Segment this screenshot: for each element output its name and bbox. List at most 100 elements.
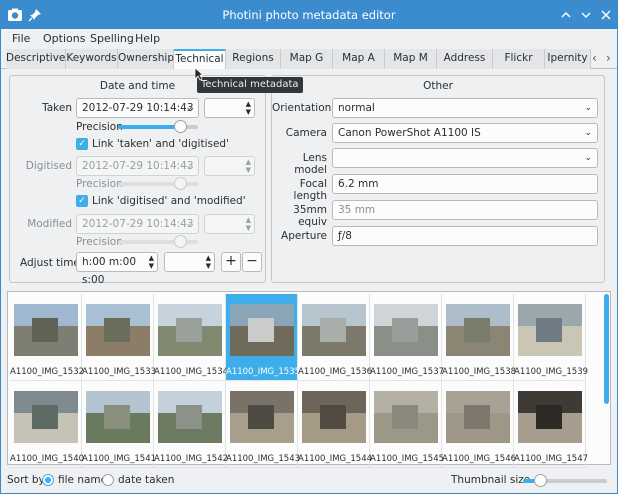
chevron-down-icon: ⌄ bbox=[584, 128, 592, 138]
mouse-cursor-icon bbox=[194, 67, 204, 81]
thumbnail-item[interactable]: A1100_IMG_1533 bbox=[82, 294, 156, 381]
maximize-icon[interactable] bbox=[577, 6, 595, 24]
thumbnail-item[interactable]: A1100_IMG_1532 bbox=[10, 294, 85, 381]
tab-descriptive[interactable]: Descriptive bbox=[6, 49, 66, 69]
chevron-down-icon: ⌄ bbox=[185, 161, 193, 171]
thumbnail-image bbox=[518, 385, 582, 449]
slider-handle[interactable] bbox=[174, 177, 187, 190]
menu-spelling[interactable]: Spelling bbox=[90, 32, 134, 45]
tab-ownership[interactable]: Ownership bbox=[118, 49, 174, 69]
adjust-timezone-spinbox[interactable]: ▲ ▼ bbox=[164, 252, 215, 272]
slider-handle[interactable] bbox=[534, 474, 547, 487]
thumbnail-item[interactable]: A1100_IMG_1544 bbox=[298, 381, 372, 468]
taken-precision-label: Precision bbox=[76, 121, 123, 133]
focal-length-input[interactable]: 6.2 mm bbox=[332, 174, 598, 194]
thumbnail-item[interactable]: A1100_IMG_1534 bbox=[154, 294, 228, 381]
lens-model-combo[interactable]: ⌄ bbox=[332, 148, 598, 168]
slider-handle[interactable] bbox=[174, 120, 187, 133]
thumbnail-item[interactable]: A1100_IMG_1546 bbox=[442, 381, 516, 468]
thumbnail-item[interactable]: A1100_IMG_1545 bbox=[370, 381, 445, 468]
menu-bar: File Options Spelling Help bbox=[1, 29, 617, 49]
close-icon[interactable] bbox=[597, 6, 615, 24]
modified-datetime-combo[interactable]: 2012-07-29 10:14:43 ⌄ bbox=[76, 214, 199, 234]
sort-file-name-radio[interactable] bbox=[42, 474, 54, 486]
thumbnail-caption: A1100_IMG_1540 bbox=[10, 454, 85, 464]
other-panel: Other Orientation normal ⌄ Camera Canon … bbox=[271, 75, 605, 283]
chevron-right-icon[interactable]: › bbox=[606, 51, 611, 65]
aperture-input[interactable]: ƒ/8 bbox=[332, 226, 598, 246]
tab-ipernity[interactable]: Ipernity bbox=[545, 49, 591, 69]
adjust-times-spinbox[interactable]: h:00 m:00 s:00 ▲ ▼ bbox=[76, 252, 158, 286]
thumbnail-item[interactable]: A1100_IMG_1547 bbox=[514, 381, 588, 468]
digitised-offset-spinbox[interactable]: ▲ ▼ bbox=[204, 156, 255, 176]
thumbnail-item[interactable]: A1100_IMG_1535 bbox=[226, 294, 300, 381]
chevron-down-icon: ⌄ bbox=[185, 103, 193, 113]
thumbnail-image bbox=[158, 385, 222, 449]
modified-offset-spinbox[interactable]: ▲ ▼ bbox=[204, 214, 255, 234]
other-title: Other bbox=[423, 80, 453, 92]
taken-offset-spinbox[interactable]: ▲ ▼ bbox=[204, 98, 255, 118]
digitised-value: 2012-07-29 10:14:43 bbox=[82, 160, 194, 172]
chevron-left-icon[interactable]: ‹ bbox=[592, 51, 597, 65]
vertical-scrollbar[interactable] bbox=[604, 294, 609, 404]
tab-flickr[interactable]: Flickr bbox=[493, 49, 545, 69]
chevron-down-icon: ⌄ bbox=[185, 219, 193, 229]
thumbnail-caption: A1100_IMG_1538 bbox=[442, 367, 517, 377]
link-taken-digitised-checkbox[interactable]: ✓ bbox=[76, 138, 88, 150]
thumbnail-item[interactable]: A1100_IMG_1538 bbox=[442, 294, 517, 381]
tab-map-g[interactable]: Map G bbox=[281, 49, 333, 69]
slider-fill bbox=[118, 125, 176, 129]
thumbnail-caption: A1100_IMG_1532 bbox=[10, 367, 85, 377]
thumbnail-item[interactable]: A1100_IMG_1539 bbox=[514, 294, 588, 381]
sort-date-taken-radio[interactable] bbox=[102, 474, 114, 486]
slider-handle[interactable] bbox=[174, 235, 187, 248]
add-offset-button[interactable]: + bbox=[221, 252, 241, 272]
thumbnail-image bbox=[374, 298, 438, 362]
modified-precision-slider[interactable] bbox=[118, 235, 198, 248]
thumbnail-caption: A1100_IMG_1545 bbox=[370, 454, 445, 464]
thumbnail-image bbox=[230, 385, 294, 449]
tab-keywords[interactable]: Keywords bbox=[66, 49, 118, 69]
minimize-icon[interactable] bbox=[557, 6, 575, 24]
sort-by-label: Sort by bbox=[7, 474, 45, 486]
thumbnail-item[interactable]: A1100_IMG_1536 bbox=[298, 294, 372, 381]
digitised-precision-label: Precision bbox=[76, 178, 123, 190]
taken-precision-slider[interactable] bbox=[118, 120, 198, 133]
subtract-offset-button[interactable]: − bbox=[242, 252, 262, 272]
menu-file[interactable]: File bbox=[12, 32, 30, 45]
spin-arrows-icon: ▲ ▼ bbox=[205, 254, 211, 270]
thumbnail-image bbox=[230, 298, 294, 362]
equiv-input[interactable]: 35 mm bbox=[332, 200, 598, 220]
lens-model-label: Lens model bbox=[294, 152, 327, 176]
focal-length-value: 6.2 mm bbox=[338, 178, 379, 190]
tab-address[interactable]: Address bbox=[437, 49, 493, 69]
thumbnail-item[interactable]: A1100_IMG_1540 bbox=[10, 381, 85, 468]
camera-value: Canon PowerShot A1100 IS bbox=[338, 127, 481, 139]
sort-file-name-label: file name bbox=[58, 474, 108, 486]
orientation-combo[interactable]: normal ⌄ bbox=[332, 98, 598, 118]
digitised-precision-slider[interactable] bbox=[118, 177, 198, 190]
thumbnail-grid[interactable]: A1100_IMG_1532 A1100_IMG_1533 A1100_IMG_15… bbox=[7, 291, 611, 468]
aperture-value: ƒ/8 bbox=[338, 230, 352, 242]
taken-datetime-combo[interactable]: 2012-07-29 10:14:43 ⌄ bbox=[76, 98, 199, 118]
thumbnail-image bbox=[302, 385, 366, 449]
modified-value: 2012-07-29 10:14:43 bbox=[82, 218, 194, 230]
camera-combo[interactable]: Canon PowerShot A1100 IS ⌄ bbox=[332, 123, 598, 143]
digitised-datetime-combo[interactable]: 2012-07-29 10:14:43 ⌄ bbox=[76, 156, 199, 176]
thumbnail-item[interactable]: A1100_IMG_1541 bbox=[82, 381, 156, 468]
tab-regions[interactable]: Regions bbox=[226, 49, 281, 69]
tab-map-a[interactable]: Map A bbox=[333, 49, 385, 69]
thumbnail-item[interactable]: A1100_IMG_1543 bbox=[226, 381, 300, 468]
menu-options[interactable]: Options bbox=[43, 32, 85, 45]
thumbnail-image bbox=[374, 385, 438, 449]
link-digitised-modified-checkbox[interactable]: ✓ bbox=[76, 195, 88, 207]
thumbnail-item[interactable]: A1100_IMG_1542 bbox=[154, 381, 228, 468]
menu-help[interactable]: Help bbox=[135, 32, 160, 45]
thumbnail-item[interactable]: A1100_IMG_1537 bbox=[370, 294, 444, 381]
thumbnail-image bbox=[14, 298, 78, 362]
tab-map-m[interactable]: Map M bbox=[385, 49, 437, 69]
thumbnail-image bbox=[158, 298, 222, 362]
tab-technical[interactable]: Technical bbox=[174, 49, 226, 69]
thumbnail-size-slider[interactable] bbox=[523, 474, 607, 487]
tab-bar: Descriptive Keywords Ownership Technical… bbox=[1, 49, 617, 69]
